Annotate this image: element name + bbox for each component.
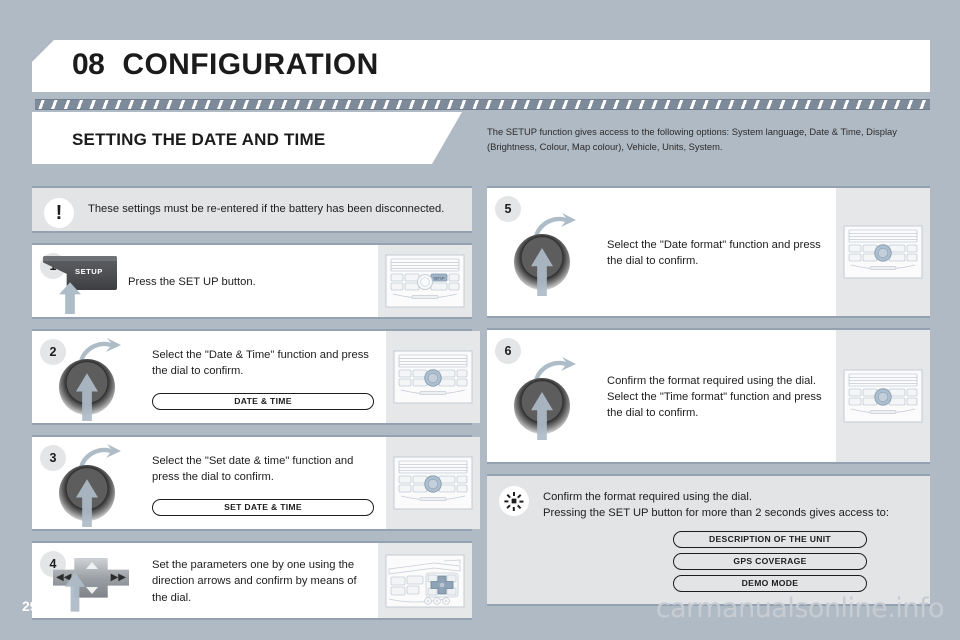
step-text: Select the "Date format" function and pr… <box>607 238 821 267</box>
bulb-icon <box>499 486 529 516</box>
radio-unit-dial-icon <box>393 350 473 404</box>
chapter-header: 08 CONFIGURATION <box>72 48 379 82</box>
radio-unit-dial-icon <box>843 369 923 423</box>
radio-unit-thumbnail <box>378 543 472 618</box>
setup-button-graphic: SETUP <box>37 254 123 315</box>
rotary-dial-graphic <box>510 357 584 440</box>
rotary-dial-graphic <box>55 338 129 422</box>
warning-note-text: These settings must be re-entered if the… <box>88 203 445 215</box>
radio-unit-thumbnail <box>836 330 930 462</box>
right-column: 5 Select the "Date format" function and … <box>487 186 930 616</box>
hatched-divider <box>32 99 930 110</box>
radio-unit-thumbnail <box>386 437 480 530</box>
step-illustration: SETUP <box>32 245 128 317</box>
watermark: carmanualsonline.info <box>655 593 945 624</box>
step-row: 4 ◀◀ ▶▶ Set the parameters one by one us… <box>32 541 472 620</box>
tip-option-pill[interactable]: DEMO MODE <box>673 575 867 593</box>
step-row: 2 Select the "Date & Time" function and … <box>32 329 480 426</box>
step-row: 5 Select the "Date format" function and … <box>487 186 930 318</box>
arrow-down-icon <box>86 586 98 594</box>
left-column: ! These settings must be re-entered if t… <box>32 186 480 630</box>
warning-note: ! These settings must be re-entered if t… <box>32 186 472 234</box>
step-text: Press the SET UP button. <box>128 276 256 289</box>
radio-unit-dial-icon <box>843 225 923 279</box>
chapter-number: 08 <box>72 48 105 81</box>
tip-option-pill[interactable]: GPS COVERAGE <box>673 553 867 571</box>
step-row: 1 SETUP Press the SET UP button. <box>32 243 472 320</box>
tip-note-text: Confirm the format required using the di… <box>543 491 889 520</box>
step-number: 6 <box>495 338 521 364</box>
section-intro-text: The SETUP function gives access to the f… <box>487 126 897 152</box>
step-text: Select the "Date & Time" function and pr… <box>152 348 369 377</box>
radio-unit-thumbnail: SETUP <box>378 245 472 318</box>
section-title: SETTING THE DATE AND TIME <box>72 130 326 149</box>
rotary-dial-graphic <box>510 213 584 296</box>
radio-unit-setup-icon: SETUP <box>385 254 465 308</box>
step-text: Select the "Set date & time" function an… <box>152 454 354 483</box>
tip-option-pill[interactable]: DESCRIPTION OF THE UNIT <box>673 531 867 549</box>
menu-item-pill[interactable]: DATE & TIME <box>152 392 374 410</box>
radio-unit-dpad-icon <box>385 554 465 608</box>
manual-page: 08 CONFIGURATION SETTING THE DATE AND TI… <box>0 0 960 640</box>
direction-pad-graphic: ◀◀ ▶▶ <box>47 556 137 612</box>
radio-unit-dial-icon <box>393 456 473 510</box>
page-title: CONFIGURATION <box>122 48 379 81</box>
svg-text:SETUP: SETUP <box>433 277 445 281</box>
radio-unit-thumbnail <box>386 331 480 424</box>
setup-button-label: SETUP <box>75 267 103 277</box>
divider-end-tick <box>32 95 35 114</box>
rotary-dial-graphic <box>55 444 129 528</box>
arrow-up-icon <box>86 561 98 569</box>
menu-item-pill[interactable]: SET DATE & TIME <box>152 498 374 516</box>
step-text: Confirm the format required using the di… <box>607 374 822 420</box>
bulb-glyph <box>504 491 524 511</box>
exclamation-glyph: ! <box>55 202 63 224</box>
step-row: 3 Select the "Set date & time" function … <box>32 435 480 532</box>
arrow-right-icon: ▶▶ <box>110 571 126 583</box>
tip-option-list: DESCRIPTION OF THE UNIT GPS COVERAGE DEM… <box>673 531 916 593</box>
page-number: 292 <box>22 598 46 614</box>
step-row: 6 Confirm the format required using the … <box>487 328 930 464</box>
radio-unit-thumbnail <box>836 188 930 316</box>
step-text: Set the parameters one by one using the … <box>152 559 357 604</box>
tip-note: Confirm the format required using the di… <box>487 474 930 607</box>
exclamation-icon: ! <box>44 198 74 228</box>
